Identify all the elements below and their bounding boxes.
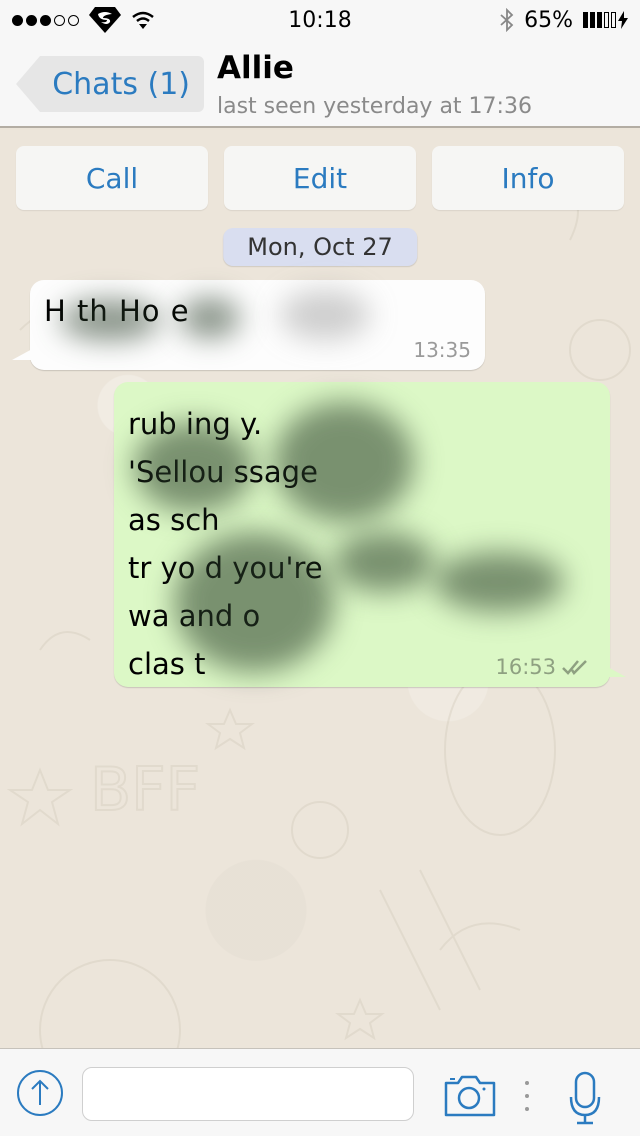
status-right: 65% xyxy=(500,8,628,33)
toolbar-divider xyxy=(524,1081,530,1111)
back-to-chats-button[interactable]: Chats (1) xyxy=(16,56,204,112)
call-button[interactable]: Call xyxy=(16,146,208,210)
edit-button[interactable]: Edit xyxy=(224,146,416,210)
message-input[interactable] xyxy=(82,1067,414,1121)
redaction-blur xyxy=(60,300,160,340)
redaction-blur xyxy=(280,290,370,340)
redaction-blur xyxy=(134,422,254,512)
message-time: 13:35 xyxy=(413,338,471,362)
signal-strength-icon xyxy=(12,14,79,26)
redaction-blur xyxy=(334,532,434,592)
status-bar: 10:18 65% xyxy=(0,0,640,40)
share-arrow-icon[interactable] xyxy=(16,1069,64,1117)
microphone-icon[interactable] xyxy=(568,1071,602,1125)
message-time: 16:53 xyxy=(495,655,556,679)
camera-icon[interactable] xyxy=(444,1073,496,1117)
message-meta: 16:53 xyxy=(495,655,592,679)
svg-text:BFF: BFF xyxy=(90,755,200,825)
message-input-bar xyxy=(0,1048,640,1136)
superman-logo-icon xyxy=(89,7,121,33)
status-left xyxy=(12,7,155,33)
battery-charging-icon xyxy=(583,11,628,29)
redaction-blur xyxy=(180,298,240,338)
wifi-icon xyxy=(132,11,154,29)
redaction-blur xyxy=(434,552,564,612)
last-seen-status: last seen yesterday at 17:36 xyxy=(217,94,532,119)
battery-percent: 65% xyxy=(524,7,573,33)
incoming-message[interactable]: H th Ho e 13:35 xyxy=(12,280,485,370)
chat-area[interactable]: BFF Call Edit Info Mon, Oct 27 H th Ho e… xyxy=(0,130,640,1048)
redaction-blur xyxy=(174,532,334,672)
bluetooth-icon xyxy=(500,8,514,32)
double-check-icon xyxy=(562,660,587,675)
contact-name[interactable]: Allie xyxy=(217,50,294,86)
info-button[interactable]: Info xyxy=(432,146,624,210)
date-separator: Mon, Oct 27 xyxy=(223,228,417,266)
outgoing-message[interactable]: rub ing y. 'Sellou ssage as sch tr yo d … xyxy=(114,382,626,687)
chat-header: Chats (1) Allie last seen yesterday at 1… xyxy=(0,40,640,128)
contact-actions: Call Edit Info xyxy=(16,146,624,210)
redaction-blur xyxy=(274,402,414,522)
